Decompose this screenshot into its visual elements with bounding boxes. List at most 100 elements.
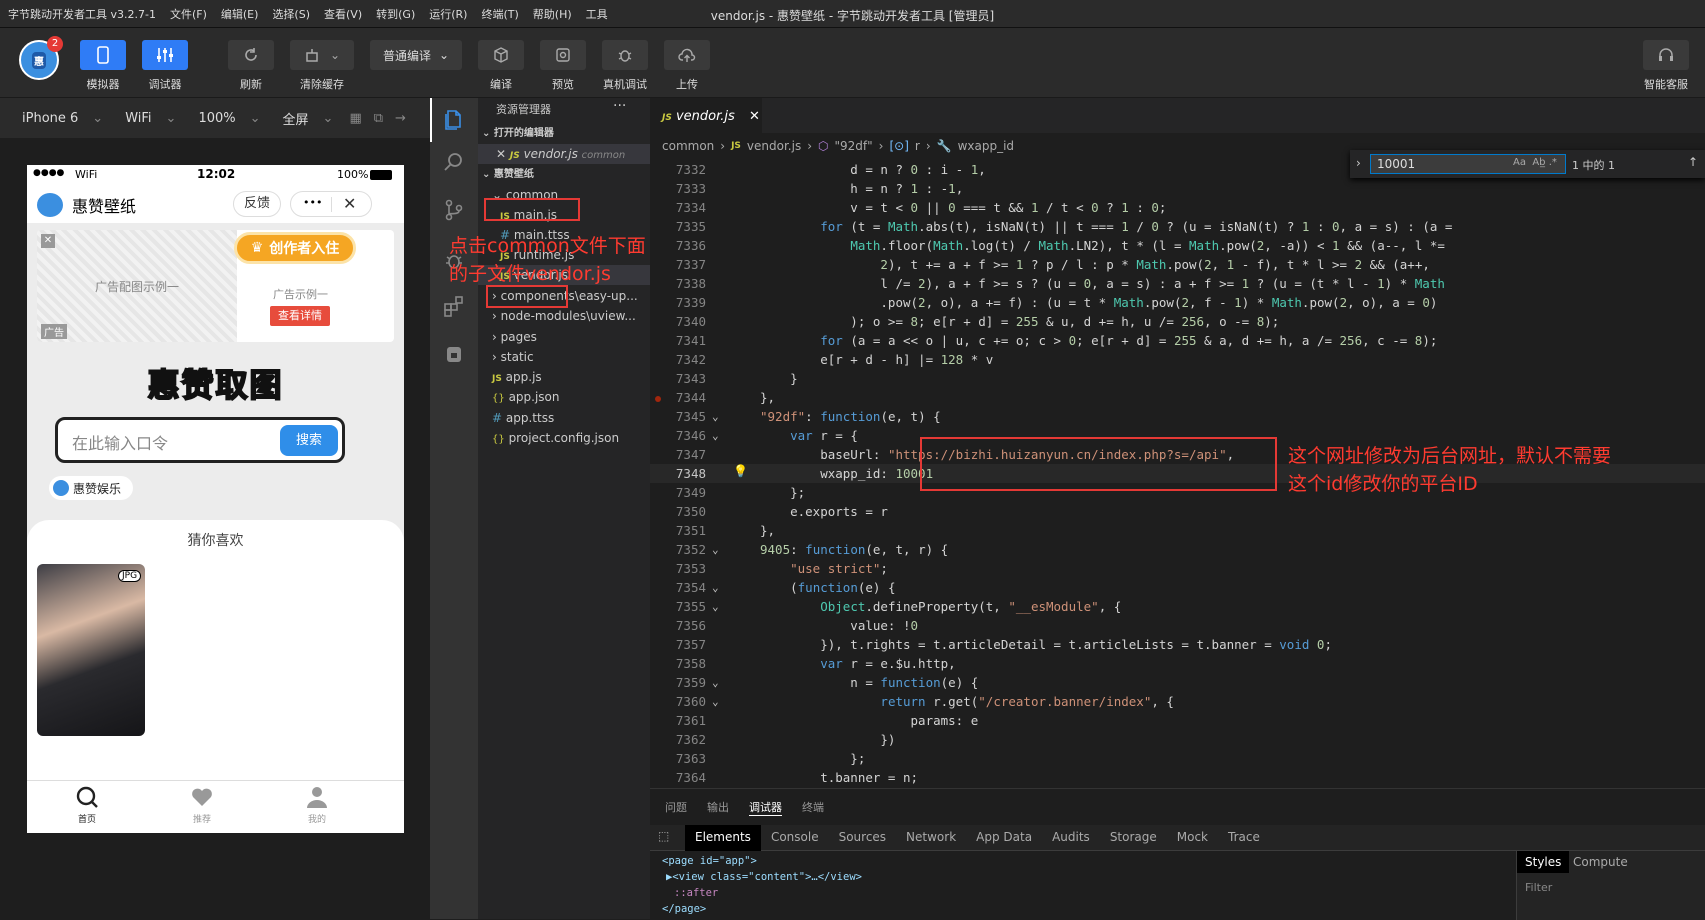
devtools-tab-elements[interactable]: Elements [685,825,761,851]
breakpoint-icon[interactable] [655,396,661,402]
network-select[interactable]: WiFi [125,111,151,126]
close-icon[interactable]: ✕ [343,194,356,213]
clear-cache-button[interactable]: ⌄ [290,40,354,70]
ad-detail-button[interactable]: 查看详情 [270,306,330,326]
code-line[interactable]: 7333 h = n ? 1 : -1, [650,179,1705,198]
panel-tab-terminal[interactable]: 终端 [802,799,824,816]
fold-chevron-icon[interactable]: ⌄ [712,407,719,426]
breadcrumb-var[interactable]: r [915,139,920,153]
code-line[interactable]: 7364 t.banner = n; [650,768,1705,787]
code-line[interactable]: 7351}, [650,521,1705,540]
menu-goto[interactable]: 转到(G) [376,6,415,22]
dom-node-page[interactable]: <page id="app"> [662,853,862,869]
panel-tab-debugger[interactable]: 调试器 [749,799,782,816]
compile-mode-select[interactable]: 普通编译 ⌄ [370,40,462,70]
code-line[interactable]: 7345 ⌄ "92df": function(e, t) { [650,407,1705,426]
entertainment-tag[interactable]: 惠赞娱乐 [49,476,133,500]
open-editor-vendor[interactable]: ✕ JS vendor.js common [478,144,650,164]
menu-run[interactable]: 运行(R) [429,6,467,22]
code-line[interactable]: 7339 .pow(2, o), a += f) : (u = t * Math… [650,293,1705,312]
code-line[interactable]: 7342 e[r + d - h] |= 128 * v [650,350,1705,369]
fold-chevron-icon[interactable]: ⌄ [712,673,719,692]
search-input[interactable]: 在此输入口令 [72,430,168,454]
tree-file-app-js[interactable]: JS app.js [478,367,542,387]
lightbulb-icon[interactable]: 💡 [733,464,748,478]
fold-chevron-icon[interactable]: ⌄ [712,597,719,616]
refresh-button[interactable] [228,40,274,70]
panel-tab-problems[interactable]: 问题 [665,799,687,816]
code-line[interactable]: 7356 value: !0 [650,616,1705,635]
code-line[interactable]: 7357 }), t.rights = t.articleDetail = t.… [650,635,1705,654]
devtools-tab-sources[interactable]: Sources [829,825,896,851]
devtools-tab-audits[interactable]: Audits [1042,825,1100,851]
menu-select[interactable]: 选择(S) [272,6,310,22]
code-line[interactable]: 7360 ⌄ return r.get("/creator.banner/inde… [650,692,1705,711]
styles-tab[interactable]: Styles [1517,851,1570,873]
code-line[interactable]: 7361 params: e [650,711,1705,730]
tree-file-app-json[interactable]: {} app.json [478,387,560,407]
breadcrumb-folder[interactable]: common [662,139,714,153]
support-button[interactable] [1643,40,1689,70]
inspect-icon[interactable]: ⬚ [658,829,669,843]
styles-filter-input[interactable]: Filter [1525,881,1552,894]
tab-home[interactable]: 首页 [67,785,107,825]
code-line[interactable]: 7343 } [650,369,1705,388]
project-section[interactable]: ⌄ 惠赞壁纸 [478,165,534,185]
preview-button[interactable] [540,40,586,70]
compile-button[interactable] [478,40,524,70]
zoom-select[interactable]: 100% [198,111,235,126]
code-line[interactable]: 7354 ⌄ (function(e) { [650,578,1705,597]
debugger-button[interactable] [142,40,188,70]
arrow-right-icon[interactable]: → [395,111,406,126]
code-line[interactable]: 7332 d = n ? 0 : i - 1, [650,160,1705,179]
external-window-icon[interactable]: ⧉ [374,111,383,126]
breadcrumb-module[interactable]: "92df" [835,139,873,153]
breadcrumb-file[interactable]: vendor.js [747,139,801,153]
wallpaper-thumbnail[interactable] [37,564,145,736]
fold-chevron-icon[interactable]: ⌄ [712,540,719,559]
tree-folder-node-modules[interactable]: › node-modules\uview... [478,306,636,326]
devtools-tab-storage[interactable]: Storage [1100,825,1167,851]
files-icon[interactable] [442,108,466,132]
dom-node-view[interactable]: ▶<view class="content">…</view> [662,869,862,885]
creator-button[interactable]: ♛ 创作者入住 [234,232,356,264]
code-line[interactable]: 7337 2), t += a + f >= 1 ? p / l : p * M… [650,255,1705,274]
tree-folder-pages[interactable]: › pages [478,327,537,347]
code-line[interactable]: 7338 l /= 2), a + f >= s ? (u = 0, a = s… [650,274,1705,293]
close-icon[interactable]: ✕ [749,109,760,124]
feedback-button[interactable]: 反馈 [233,191,281,217]
search-icon[interactable] [442,150,466,174]
devtools-tab-console[interactable]: Console [761,825,829,851]
device-debug-button[interactable] [602,40,648,70]
upload-button[interactable] [664,40,710,70]
menu-tools[interactable]: 工具 [586,6,608,22]
fullscreen-button[interactable]: 全屏 [283,109,309,128]
ad-close-icon[interactable]: ✕ [41,234,55,248]
storage-icon[interactable] [442,342,466,366]
tab-mine[interactable]: 我的 [297,785,337,825]
menu-file[interactable]: 文件(F) [170,6,207,22]
computed-tab[interactable]: Compute [1573,855,1628,869]
close-icon[interactable]: ✕ [496,147,506,161]
source-control-icon[interactable] [442,198,466,222]
tree-folder-static[interactable]: › static [478,347,534,367]
code-line[interactable]: 7344}, [650,388,1705,407]
menu-terminal[interactable]: 终端(T) [481,6,518,22]
code-line[interactable]: 7355 ⌄ Object.defineProperty(t, "__esModu… [650,597,1705,616]
code-line[interactable]: 7362 }) [650,730,1705,749]
devtools-tab-mock[interactable]: Mock [1167,825,1218,851]
search-button[interactable]: 搜索 [280,425,338,456]
panel-tab-output[interactable]: 输出 [707,799,729,816]
code-line[interactable]: 7340 ); o >= 8; e[r + d] = 255 & u, d +=… [650,312,1705,331]
devtools-tab-trace[interactable]: Trace [1218,825,1270,851]
code-line[interactable]: 7335 for (t = Math.abs(t), isNaN(t) || t… [650,217,1705,236]
dom-node-after[interactable]: ::after [662,885,862,901]
more-icon[interactable]: ••• [303,196,322,209]
breadcrumb-prop[interactable]: wxapp_id [958,139,1014,153]
code-line[interactable]: 7350 e.exports = r [650,502,1705,521]
tree-file-project-config[interactable]: {} project.config.json [478,428,619,448]
tab-vendor-js[interactable]: JS vendor.js ✕ [650,98,762,133]
menu-help[interactable]: 帮助(H) [533,6,572,22]
devtools-tab-appdata[interactable]: App Data [966,825,1042,851]
more-actions-icon[interactable]: ··· [613,98,626,114]
